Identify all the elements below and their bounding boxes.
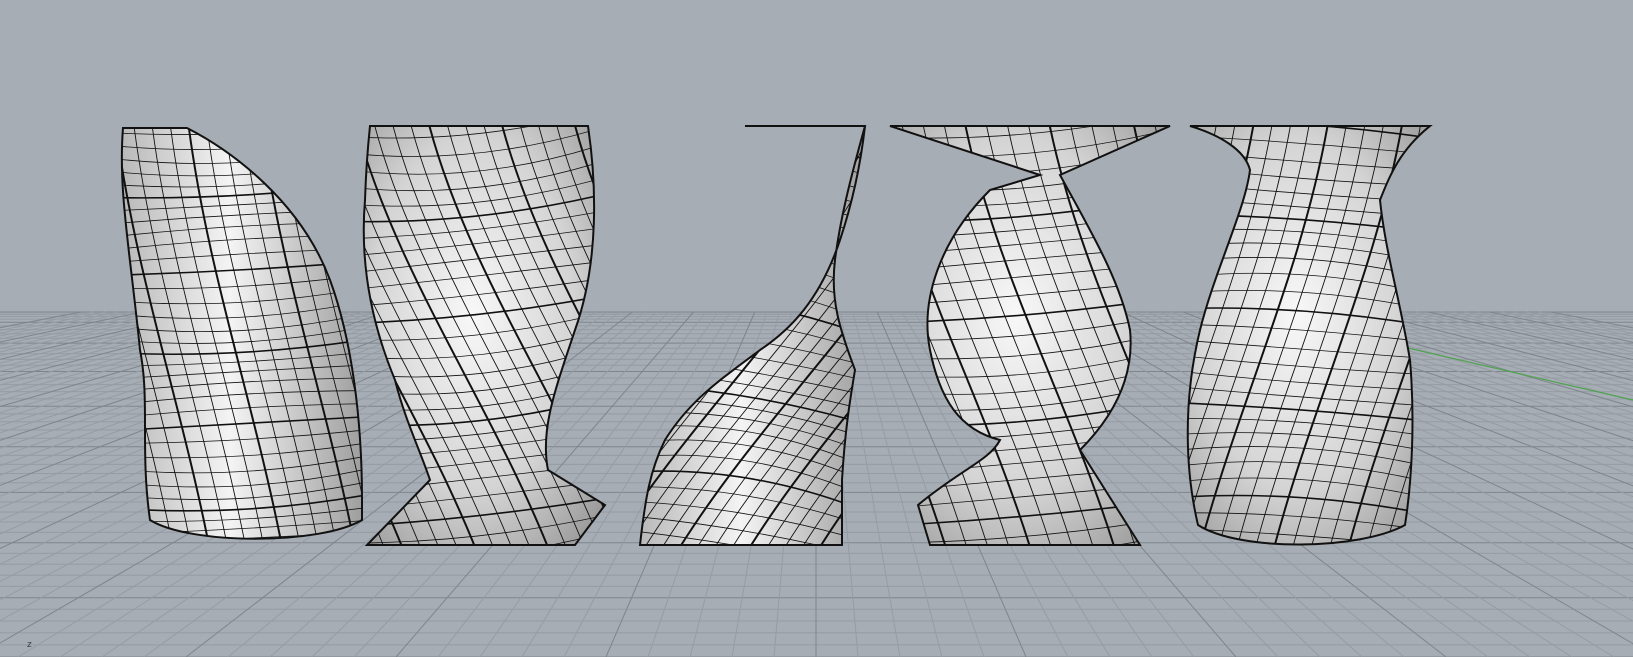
world-axis-label: z xyxy=(27,640,32,650)
viewport-canvas[interactable] xyxy=(0,0,1633,657)
perspective-viewport[interactable]: z xyxy=(0,0,1633,657)
